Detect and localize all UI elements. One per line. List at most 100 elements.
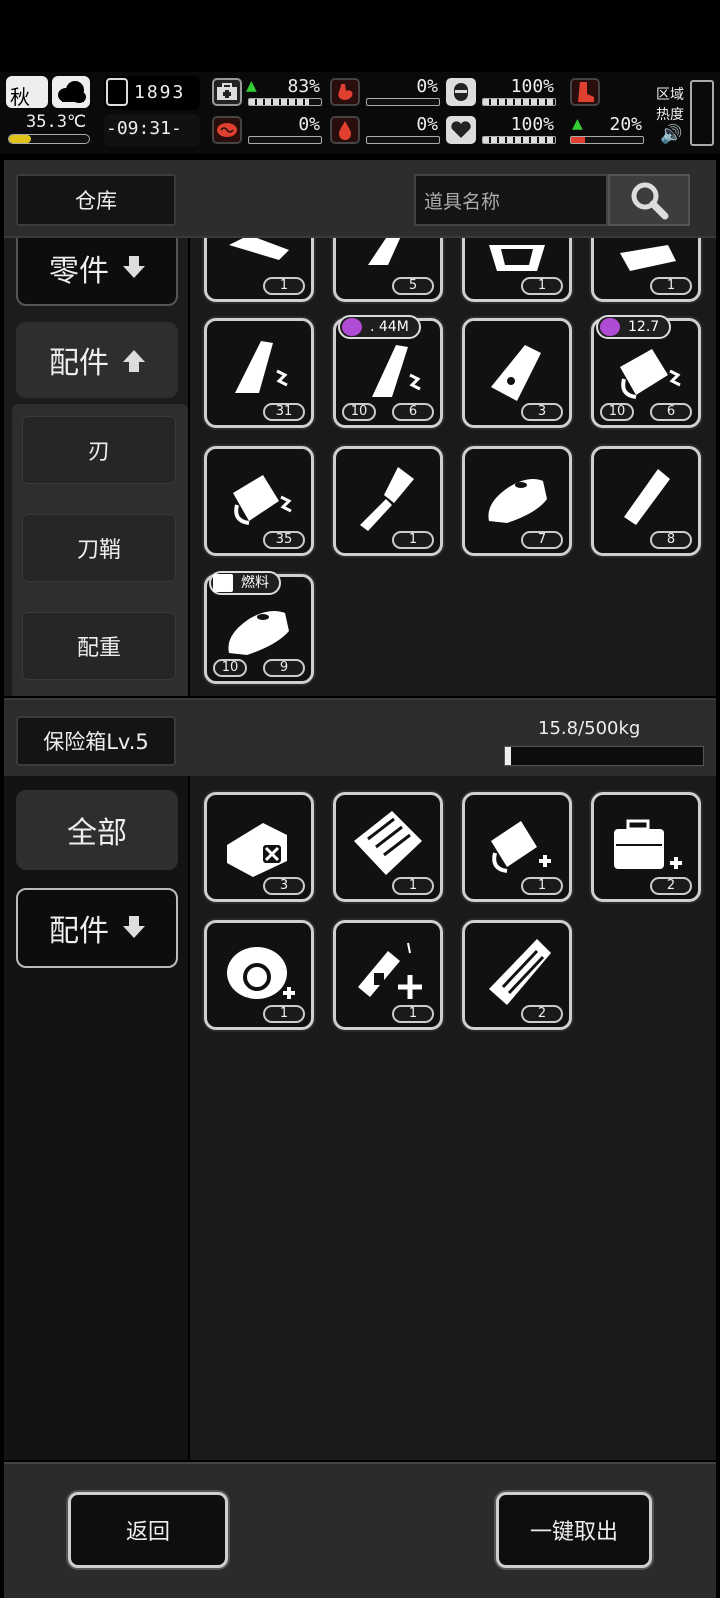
item-tile[interactable]: 1 [333,920,443,1030]
item-tile[interactable]: 1 [333,792,443,902]
capacity-fill [505,747,512,765]
safebox-grid: 3 1 1 2 1 1 2 [190,776,716,1460]
ammo-icon [342,318,362,336]
ammo-badge-text: 12.7 [628,319,660,335]
item-tile[interactable]: 1 [462,792,572,902]
item-ammo-count: 10 [342,403,376,421]
item-count: 1 [392,1005,434,1023]
back-button[interactable]: 返回 [68,1492,228,1568]
weather-cloud-icon [52,76,90,108]
fuel-badge: 燃料 [209,571,281,595]
drum-magazine-icon [620,349,681,399]
subcategory-counterweight[interactable]: 配重 [22,612,176,680]
category-accessories-safebox[interactable]: 配件 [16,888,178,968]
safebox-header: 保险箱Lv.5 15.8/500kg [4,698,716,776]
thirst-value: 0% [416,114,438,135]
item-tile[interactable]: 1 [591,238,701,302]
search-icon [631,182,669,220]
status-hud: 秋 35.3℃ 1893 -09:31- ▲ 83% 0% 100% 0% 0% [0,72,720,154]
take-all-button[interactable]: 一键取出 [496,1492,652,1568]
category-accessories-label: 配件 [49,346,109,381]
ammo-badge-text: . 44M [370,319,409,335]
subcategory-sheath[interactable]: 刀鞘 [22,514,176,582]
day-text: 1893 [134,82,186,103]
brain-icon [212,116,242,144]
thirst-bar [366,136,440,144]
time-text: -09:31- [106,118,182,139]
safebox-capacity: 15.8/500kg [538,718,641,739]
armor-bar [482,98,556,106]
search-box[interactable]: 道具名称 [414,174,608,226]
syringe-icon [358,942,422,999]
medkit-icon [212,78,242,106]
warehouse-sidebar: 零件 配件 刃 刀鞘 配重 [4,238,188,696]
boot-icon [570,78,600,106]
hunger-value: 0% [416,76,438,97]
item-ammo-count: 10 [213,659,247,677]
arrow-down-icon [123,256,145,278]
category-all-label: 全部 [67,816,127,851]
heat-label: 热度 [656,107,684,123]
stomach-icon [330,78,360,106]
grip-icon [620,245,676,271]
search-button[interactable] [608,174,690,226]
armor-value: 100% [510,76,554,97]
item-count: 8 [650,531,692,549]
item-tile[interactable]: 1 [204,238,314,302]
warehouse-header: 仓库 道具名称 [4,160,716,238]
item-tile[interactable]: 1 [462,238,572,302]
image-icon [213,574,233,592]
item-tile[interactable]: 7 [462,446,572,556]
item-count: 35 [263,531,305,549]
item-tile[interactable]: 1 [204,920,314,1030]
item-tile[interactable]: 1 [333,446,443,556]
stamina-value: 20% [609,114,642,135]
item-tile[interactable]: 3 [462,318,572,428]
search-input[interactable]: 道具名称 [424,187,500,214]
magazine-icon [235,341,288,393]
hunger-bar [366,98,440,106]
speaker-icon[interactable]: 🔊 [660,124,682,145]
temperature-text: 35.3℃ [26,112,87,132]
magazine-icon [368,238,401,265]
item-tile[interactable]: 8 [591,446,701,556]
health-fill [249,99,309,105]
mood-bar [482,136,556,144]
item-count: 1 [521,277,563,295]
item-count: 7 [521,531,563,549]
ammo-badge: . 44M [338,315,421,339]
arrow-up-icon [123,350,145,372]
category-parts[interactable]: 零件 [16,238,178,306]
subcategory-blade[interactable]: 刃 [22,416,176,484]
day-box: 1893 [104,76,200,110]
back-button-label: 返回 [125,1520,170,1545]
item-tile[interactable]: 2 [591,792,701,902]
item-count: 1 [392,877,434,895]
magazine-icon [491,345,541,401]
item-tile[interactable]: . 44M 10 6 [333,315,443,428]
item-tile[interactable]: 5 [333,238,443,302]
fuel-tank-icon [488,479,547,523]
item-tile[interactable]: 3 [204,792,314,902]
magazine-icon [372,345,421,397]
mood-fill [483,137,555,143]
arrow-down-icon [123,916,145,938]
season-text: 秋 [10,85,30,109]
item-tile[interactable]: 燃料 10 9 [204,571,314,684]
stamina-fill [571,137,586,143]
sanity-bar [248,136,322,144]
safebox-sidebar: 全部 配件 [4,776,188,1460]
drum-magazine-icon [491,821,551,873]
item-tile[interactable]: 35 [204,446,314,556]
category-all[interactable]: 全部 [16,790,178,870]
item-tile[interactable]: 2 [462,920,572,1030]
region-heat-box[interactable]: 区域 热度 🔊 [654,76,716,150]
fuel-tank-icon [228,611,289,655]
sanity-value: 0% [298,114,320,135]
category-accessories[interactable]: 配件 [16,322,178,398]
item-count: 6 [392,403,434,421]
item-tile[interactable]: 31 [204,318,314,428]
stamina-bar [570,136,644,144]
temperature-box: 35.3℃ [6,112,90,148]
item-tile[interactable]: 12.7 10 6 [591,315,701,428]
